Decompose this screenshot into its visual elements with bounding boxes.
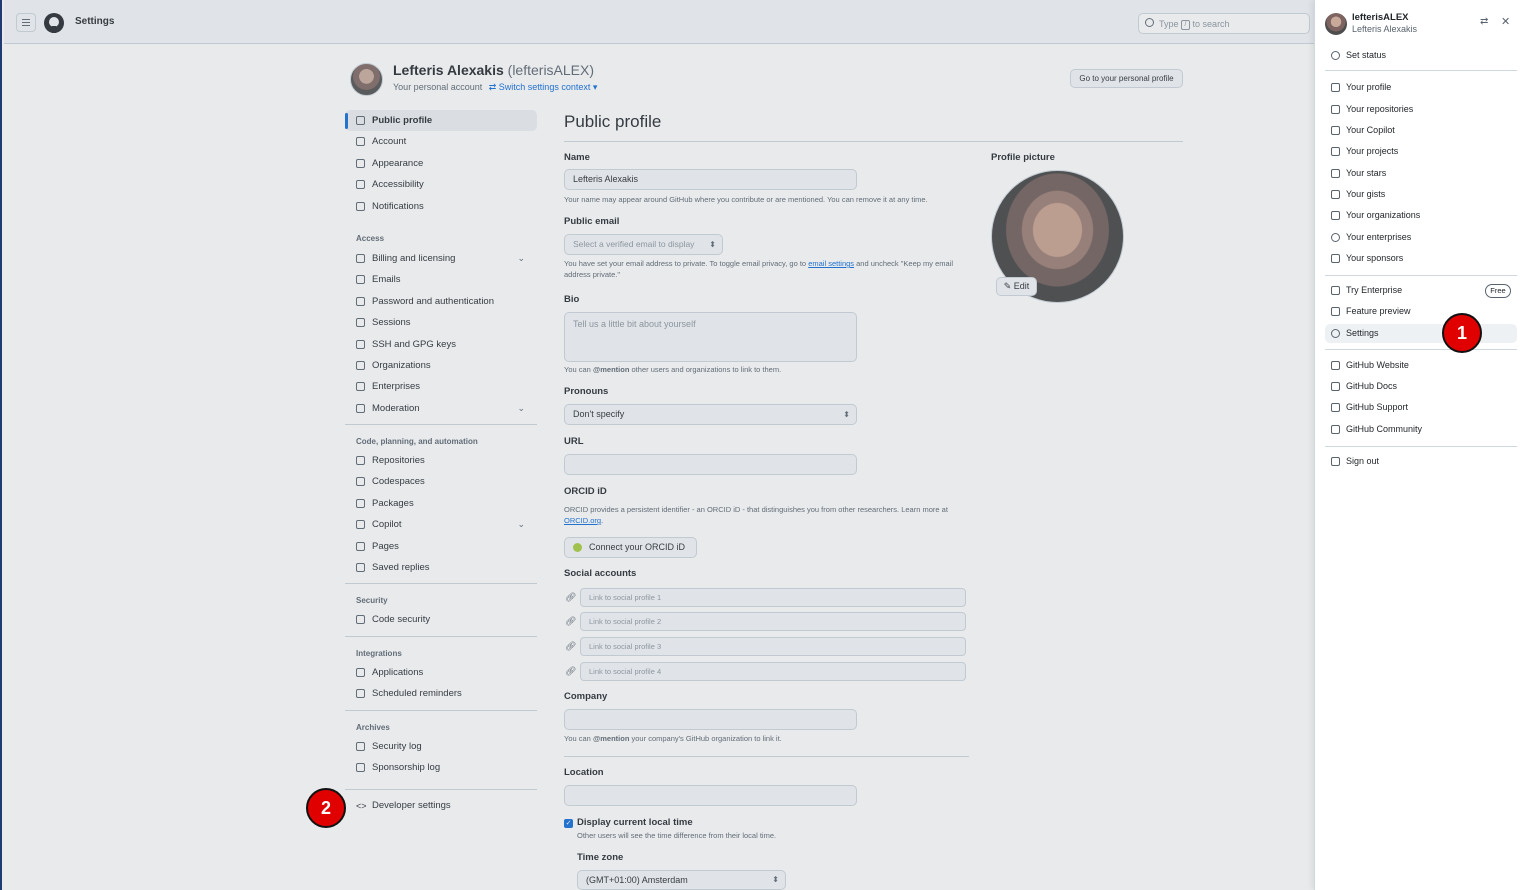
overlay-backdrop[interactable] bbox=[2, 0, 1316, 890]
menu-item-sign-out[interactable]: Sign out bbox=[1325, 452, 1517, 471]
browser-icon bbox=[1331, 361, 1340, 370]
menu-divider bbox=[1325, 70, 1517, 71]
heart-icon bbox=[1331, 254, 1340, 263]
sign-out-icon bbox=[1331, 457, 1340, 466]
code-square-icon bbox=[1331, 190, 1340, 199]
menu-item-set-status[interactable]: Set status bbox=[1325, 46, 1517, 65]
globe-icon bbox=[1331, 233, 1340, 242]
menu-item-your-organizations[interactable]: Your organizations bbox=[1325, 206, 1517, 225]
menu-item-your-copilot[interactable]: Your Copilot bbox=[1325, 121, 1517, 140]
comment-discussion-icon bbox=[1331, 425, 1340, 434]
menu-item-your-projects[interactable]: Your projects bbox=[1325, 142, 1517, 161]
menu-item-github-website[interactable]: GitHub Website bbox=[1325, 356, 1517, 375]
step-marker-2: 2 bbox=[306, 788, 346, 828]
beaker-icon bbox=[1331, 307, 1340, 316]
menu-item-your-sponsors[interactable]: Your sponsors bbox=[1325, 249, 1517, 268]
copilot-icon bbox=[1331, 126, 1340, 135]
menu-item-your-enterprises[interactable]: Your enterprises bbox=[1325, 228, 1517, 247]
book-icon bbox=[1331, 382, 1340, 391]
settings-page: Settings Type / to search Lefteris Alexa… bbox=[0, 0, 1522, 890]
smiley-icon bbox=[1331, 51, 1340, 60]
close-icon[interactable]: ✕ bbox=[1501, 15, 1510, 28]
menu-item-github-support[interactable]: GitHub Support bbox=[1325, 398, 1517, 417]
panel-name: Lefteris Alexakis bbox=[1352, 24, 1418, 34]
upload-icon bbox=[1331, 286, 1340, 295]
menu-item-your-repositories[interactable]: Your repositories bbox=[1325, 100, 1517, 119]
panel-login: lefterisALEX bbox=[1352, 12, 1409, 23]
menu-item-settings[interactable]: Settings bbox=[1325, 324, 1517, 343]
menu-item-your-gists[interactable]: Your gists bbox=[1325, 185, 1517, 204]
menu-divider bbox=[1325, 275, 1517, 276]
step-marker-1: 1 bbox=[1442, 313, 1482, 353]
gear-icon bbox=[1331, 329, 1340, 338]
project-icon bbox=[1331, 147, 1340, 156]
star-icon bbox=[1331, 169, 1340, 178]
repo-icon bbox=[1331, 105, 1340, 114]
menu-item-feature-preview[interactable]: Feature preview bbox=[1325, 302, 1517, 321]
menu-item-github-docs[interactable]: GitHub Docs bbox=[1325, 377, 1517, 396]
switch-account-icon[interactable]: ⇄ bbox=[1480, 16, 1488, 27]
menu-item-github-community[interactable]: GitHub Community bbox=[1325, 420, 1517, 439]
menu-divider bbox=[1325, 349, 1517, 350]
people-icon bbox=[1331, 403, 1340, 412]
free-badge: Free bbox=[1485, 284, 1511, 298]
menu-divider bbox=[1325, 446, 1517, 447]
panel-avatar bbox=[1325, 13, 1347, 35]
menu-item-your-stars[interactable]: Your stars bbox=[1325, 164, 1517, 183]
organization-icon bbox=[1331, 211, 1340, 220]
menu-item-your-profile[interactable]: Your profile bbox=[1325, 78, 1517, 97]
user-menu-panel: lefterisALEX Lefteris Alexakis ⇄ ✕ Set s… bbox=[1314, 0, 1522, 890]
person-icon bbox=[1331, 83, 1340, 92]
